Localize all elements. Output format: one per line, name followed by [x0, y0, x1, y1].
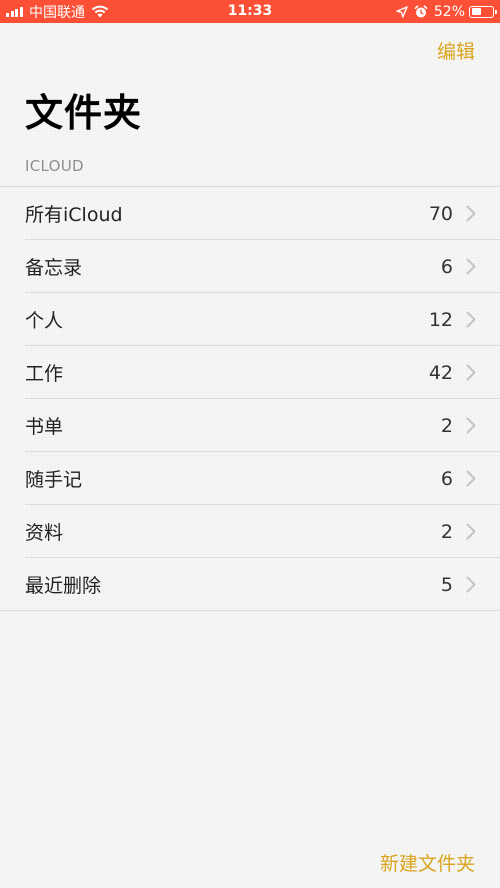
folder-row-jottings[interactable]: 随手记 6	[0, 452, 500, 505]
folder-row-personal[interactable]: 个人 12	[0, 293, 500, 346]
folder-count: 6	[440, 255, 453, 278]
folder-list: 所有iCloud 70 备忘录 6 个人 12 工作 42 书单 2 随手记 6	[0, 186, 500, 611]
status-right: 52%	[396, 0, 497, 23]
folder-name: 书单	[25, 416, 64, 438]
folder-count: 5	[440, 573, 453, 596]
folder-row-work[interactable]: 工作 42	[0, 346, 500, 399]
folder-name: 随手记	[25, 469, 83, 491]
chevron-right-icon	[466, 364, 476, 381]
folder-row-materials[interactable]: 资料 2	[0, 505, 500, 558]
folder-name: 工作	[25, 363, 64, 385]
alarm-icon	[414, 4, 428, 17]
location-icon	[396, 5, 408, 18]
folder-row-notes[interactable]: 备忘录 6	[0, 240, 500, 293]
folder-count: 2	[440, 414, 453, 437]
folder-name: 所有iCloud	[25, 204, 123, 226]
folder-count: 42	[428, 361, 453, 384]
folder-count: 12	[428, 308, 453, 331]
status-bar: 中国联通 11:33 52%	[0, 0, 500, 23]
chevron-right-icon	[466, 311, 476, 328]
page-title: 文件夹	[25, 91, 143, 135]
chevron-right-icon	[466, 205, 476, 222]
folder-count: 6	[440, 467, 453, 490]
chevron-right-icon	[466, 417, 476, 434]
folder-name: 个人	[25, 310, 64, 332]
notes-folders-screen: 中国联通 11:33 52% 编辑 文件夹 ICLOUD 所有iCloud 70…	[0, 0, 500, 888]
chevron-right-icon	[466, 258, 476, 275]
chevron-right-icon	[466, 523, 476, 540]
chevron-right-icon	[466, 576, 476, 593]
folder-name: 最近删除	[25, 575, 102, 597]
edit-button[interactable]: 编辑	[437, 37, 475, 64]
battery-fill	[471, 8, 482, 15]
folder-row-booklist[interactable]: 书单 2	[0, 399, 500, 452]
battery-percent: 52%	[433, 3, 465, 20]
folder-row-all-icloud[interactable]: 所有iCloud 70	[0, 187, 500, 240]
chevron-right-icon	[466, 470, 476, 487]
folder-name: 备忘录	[25, 257, 83, 279]
battery-icon	[469, 5, 497, 18]
new-folder-button[interactable]: 新建文件夹	[380, 849, 475, 876]
folder-name: 资料	[25, 522, 64, 544]
folder-row-recently-deleted[interactable]: 最近删除 5	[0, 558, 500, 611]
folder-count: 70	[428, 202, 453, 225]
folder-count: 2	[440, 520, 453, 543]
section-header-icloud: ICLOUD	[25, 157, 84, 175]
